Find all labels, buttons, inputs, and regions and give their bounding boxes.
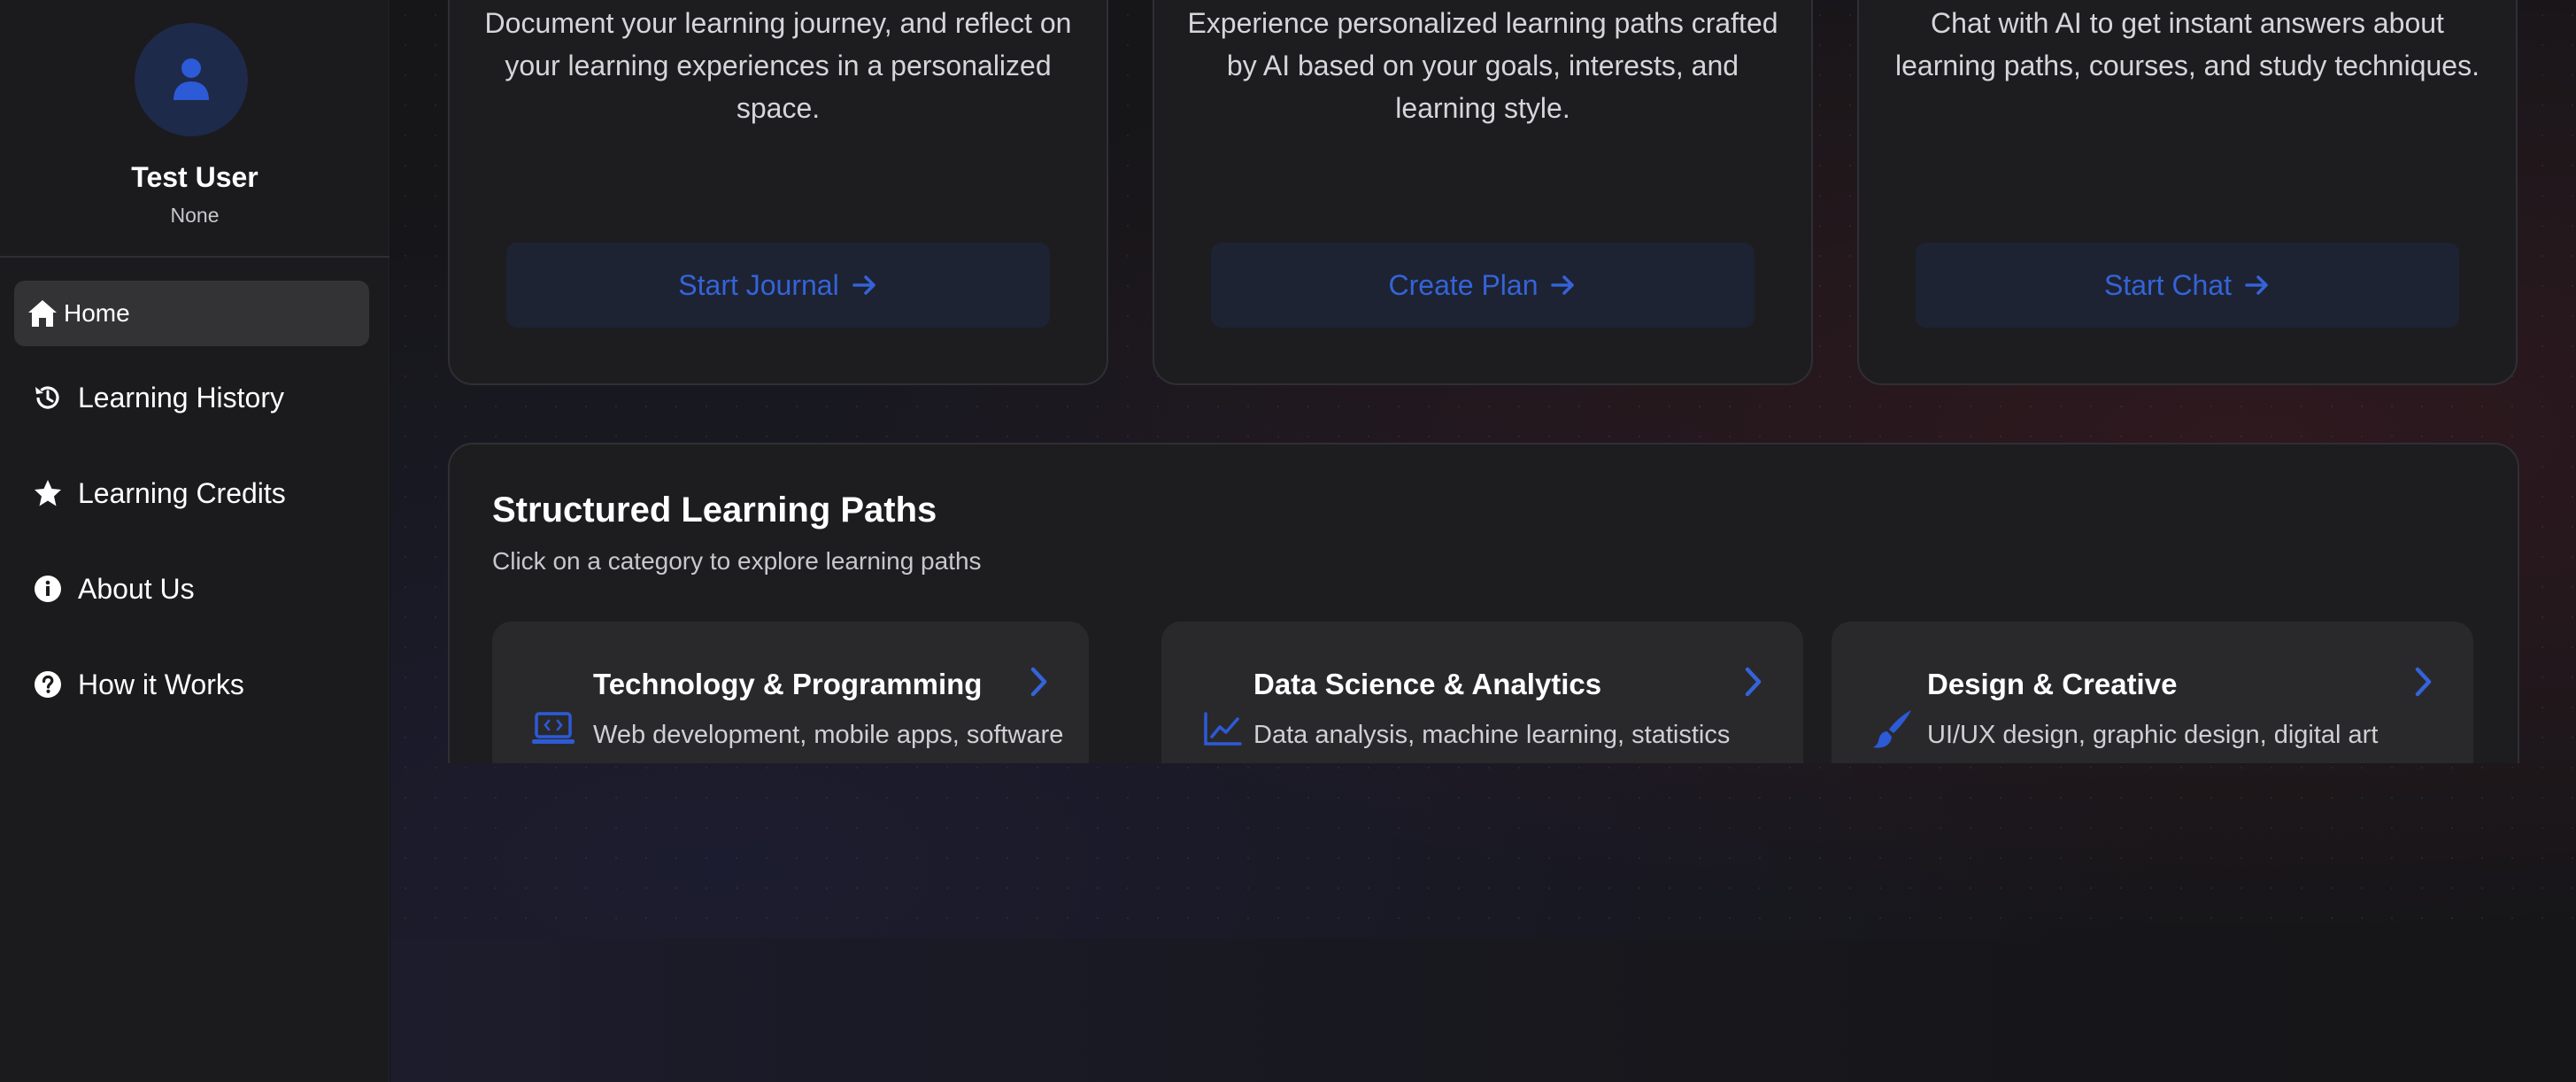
sidebar-item-label: Home xyxy=(64,299,130,327)
page-footer-area xyxy=(390,939,2576,1082)
category-description: Data analysis, machine learning, statist… xyxy=(1253,721,1731,749)
sidebar: Test User None Home Learning History Lea… xyxy=(0,0,389,1082)
sidebar-item-label: Learning History xyxy=(78,381,284,413)
category-title: Data Science & Analytics xyxy=(1253,668,1602,700)
user-subtitle: None xyxy=(170,204,220,227)
feature-card-journal: Document your learning journey, and refl… xyxy=(448,0,1108,385)
sidebar-item-how-it-works[interactable]: How it Works xyxy=(14,652,369,717)
button-label: Create Plan xyxy=(1388,268,1539,301)
category-card-technology[interactable]: Technology & Programming Web development… xyxy=(492,622,1089,763)
category-card-design[interactable]: Design & Creative UI/UX design, graphic … xyxy=(1832,622,2473,763)
sidebar-item-learning-history[interactable]: Learning History xyxy=(14,365,369,430)
info-icon xyxy=(32,573,64,605)
paintbrush-icon xyxy=(1870,707,1915,751)
arrow-right-icon xyxy=(852,275,875,295)
history-icon xyxy=(32,382,64,413)
category-description: UI/UX design, graphic design, digital ar… xyxy=(1927,721,2379,749)
user-icon xyxy=(174,58,209,100)
learning-paths-section: Structured Learning Paths Click on a cat… xyxy=(448,443,2519,763)
star-icon xyxy=(32,477,64,509)
sidebar-item-home[interactable]: Home xyxy=(14,281,369,346)
sidebar-item-label: How it Works xyxy=(78,668,244,700)
sidebar-item-label: Learning Credits xyxy=(78,476,286,509)
chart-line-icon xyxy=(1200,707,1245,751)
category-card-data-science[interactable]: Data Science & Analytics Data analysis, … xyxy=(1161,622,1803,763)
feature-description: Document your learning journey, and refl… xyxy=(484,7,1072,124)
feature-description: Experience personalized learning paths c… xyxy=(1187,7,1778,124)
start-chat-button[interactable]: Start Chat xyxy=(1916,243,2459,328)
laptop-code-icon xyxy=(531,707,575,751)
category-description: Web development, mobile apps, software xyxy=(593,721,1064,749)
feature-card-plan: Experience personalized learning paths c… xyxy=(1153,0,1813,385)
sidebar-item-about-us[interactable]: About Us xyxy=(14,556,369,622)
button-label: Start Journal xyxy=(678,268,839,301)
section-subtitle: Click on a category to explore learning … xyxy=(492,547,982,575)
chevron-right-icon xyxy=(2415,667,2432,697)
sidebar-item-label: About Us xyxy=(78,572,195,605)
feature-card-chat: Chat with AI to get instant answers abou… xyxy=(1857,0,2518,385)
question-icon xyxy=(32,669,64,700)
user-profile: Test User None xyxy=(0,0,389,258)
chevron-right-icon xyxy=(1030,667,1047,697)
category-title: Design & Creative xyxy=(1927,668,2178,700)
button-label: Start Chat xyxy=(2103,268,2233,301)
arrow-right-icon xyxy=(2245,275,2268,295)
start-journal-button[interactable]: Start Journal xyxy=(506,243,1050,328)
category-title: Technology & Programming xyxy=(593,668,983,700)
create-plan-button[interactable]: Create Plan xyxy=(1211,243,1755,328)
arrow-right-icon xyxy=(1551,275,1575,295)
main-content[interactable]: Document your learning journey, and refl… xyxy=(390,0,2576,763)
chevron-right-icon xyxy=(1745,667,1762,697)
user-name: Test User xyxy=(131,161,258,193)
sidebar-item-learning-credits[interactable]: Learning Credits xyxy=(14,460,369,526)
avatar[interactable] xyxy=(135,23,248,136)
feature-description: Chat with AI to get instant answers abou… xyxy=(1895,7,2480,81)
home-icon xyxy=(27,298,58,329)
section-title: Structured Learning Paths xyxy=(492,491,937,529)
